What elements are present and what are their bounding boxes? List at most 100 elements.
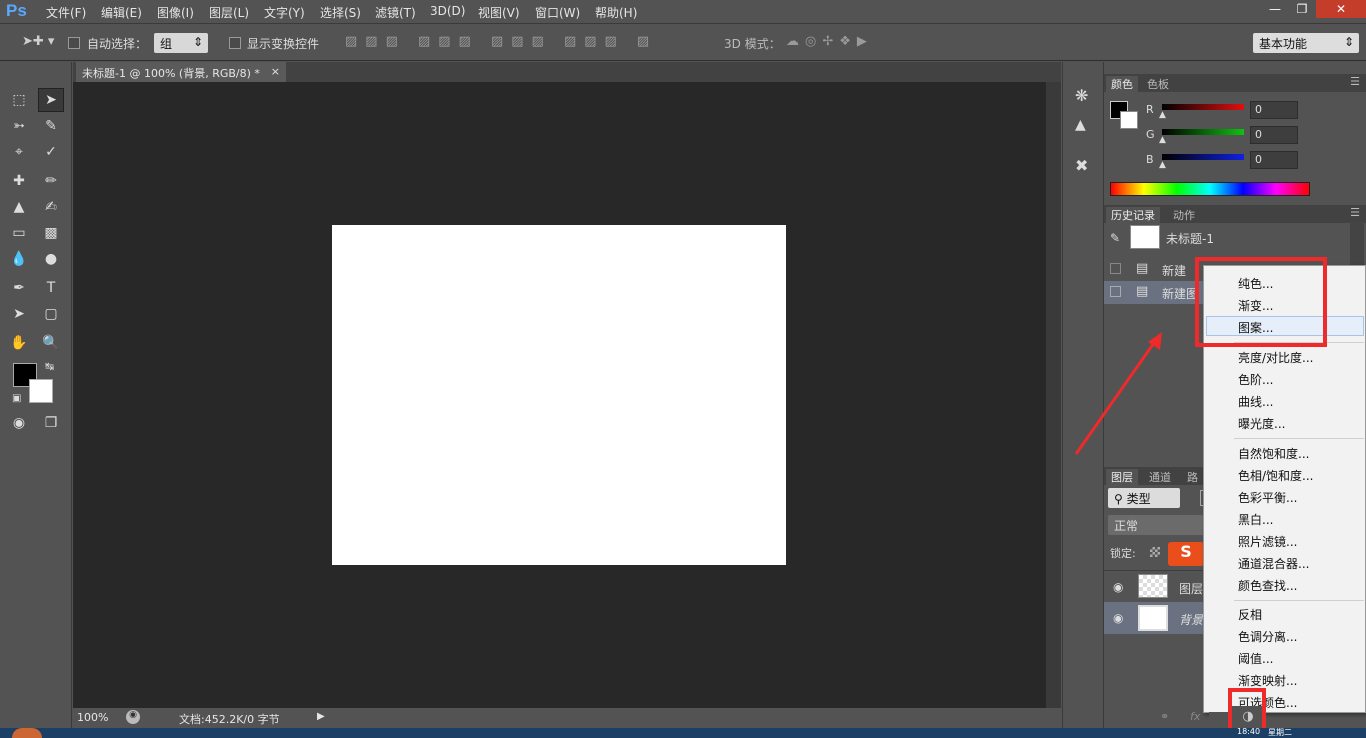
crop-icon[interactable]: ⌖	[6, 140, 32, 164]
3d-mode-icons[interactable]: ☁◎✢❖▶	[786, 34, 873, 49]
menu-item-photo-filter[interactable]: 照片滤镜...	[1238, 533, 1297, 550]
tab-paths[interactable]: 路	[1182, 469, 1203, 485]
workspace-select[interactable]: 基本功能 ⇕	[1253, 33, 1359, 53]
menu-item-posterize[interactable]: 色调分离...	[1238, 628, 1297, 645]
menu-item-gradient-map[interactable]: 渐变映射...	[1238, 672, 1297, 689]
menu-edit[interactable]: 编辑(E)	[101, 4, 142, 21]
path-select-icon[interactable]: ➤	[6, 302, 32, 326]
close-tab-icon[interactable]: ×	[271, 65, 280, 78]
menu-item-threshold[interactable]: 阈值...	[1238, 650, 1273, 667]
type-icon[interactable]: T	[38, 276, 64, 300]
brush-icon[interactable]: ✏	[38, 169, 64, 193]
document-canvas[interactable]	[332, 225, 786, 565]
panel-menu-icon[interactable]: ☰	[1350, 206, 1360, 219]
move-tool-icon[interactable]: ➤✚ ▾	[22, 34, 54, 49]
tab-color[interactable]: 颜色	[1106, 76, 1138, 92]
menu-item-levels[interactable]: 色阶...	[1238, 371, 1273, 388]
color-spectrum[interactable]	[1110, 182, 1310, 196]
menu-window[interactable]: 窗口(W)	[535, 4, 580, 21]
zoom-icon[interactable]: 🔍	[38, 331, 64, 355]
menu-item-brightness-contrast[interactable]: 亮度/对比度...	[1238, 349, 1314, 366]
menu-3d[interactable]: 3D(D)	[430, 4, 465, 18]
status-arrow-icon[interactable]: ▶	[317, 711, 325, 722]
menu-type[interactable]: 文字(Y)	[264, 4, 305, 21]
menu-item-color-balance[interactable]: 色彩平衡...	[1238, 489, 1297, 506]
history-checkbox[interactable]	[1110, 286, 1121, 297]
r-slider-thumb[interactable]: ▲	[1159, 110, 1166, 120]
link-layers-icon[interactable]: ⚭	[1160, 710, 1169, 723]
background-color-swatch[interactable]	[29, 379, 53, 403]
fx-icon[interactable]: fx	[1190, 710, 1200, 723]
dodge-icon[interactable]: ●	[38, 247, 64, 271]
default-colors-icon[interactable]: ▣	[12, 393, 21, 404]
menu-item-exposure[interactable]: 曝光度...	[1238, 415, 1285, 432]
r-slider[interactable]	[1162, 104, 1244, 110]
healing-brush-icon[interactable]: ✚	[6, 169, 32, 193]
menu-help[interactable]: 帮助(H)	[595, 4, 637, 21]
blend-mode-select[interactable]: 正常	[1108, 515, 1208, 535]
marquee-icon[interactable]: ⬚	[6, 88, 32, 112]
show-transform-checkbox[interactable]	[229, 37, 241, 49]
g-value-field[interactable]: 0	[1250, 126, 1298, 144]
zoom-level[interactable]: 100%	[77, 711, 108, 724]
menu-select[interactable]: 选择(S)	[320, 4, 361, 21]
stamp-icon[interactable]: ▲	[6, 195, 32, 219]
r-value-field[interactable]: 0	[1250, 101, 1298, 119]
tab-actions[interactable]: 动作	[1168, 207, 1200, 223]
tab-swatches[interactable]: 色板	[1142, 76, 1174, 92]
lock-transparent-icon[interactable]	[1150, 547, 1160, 557]
restore-icon[interactable]: ❐	[1289, 0, 1315, 18]
group-select[interactable]: 组 ⇕	[154, 33, 208, 53]
menu-item-black-white[interactable]: 黑白...	[1238, 511, 1273, 528]
menu-file[interactable]: 文件(F)	[46, 4, 86, 21]
quick-select-icon[interactable]: ✎	[38, 114, 64, 138]
tab-channels[interactable]: 通道	[1144, 469, 1176, 485]
eyedropper-icon[interactable]: ✓	[38, 140, 64, 164]
b-slider[interactable]	[1162, 154, 1244, 160]
document-tab[interactable]: 未标题-1 @ 100% (背景, RGB/8) * ×	[76, 62, 286, 82]
layer-name[interactable]: 图层	[1179, 580, 1203, 597]
tools-preset-icon[interactable]: ✖	[1075, 156, 1088, 175]
menu-layer[interactable]: 图层(L)	[209, 4, 249, 21]
menu-image[interactable]: 图像(I)	[157, 4, 194, 21]
minimize-icon[interactable]: —	[1262, 0, 1288, 18]
gradient-icon[interactable]: ▩	[38, 221, 64, 245]
menu-item-color-lookup[interactable]: 颜色查找...	[1238, 577, 1297, 594]
auto-select-checkbox[interactable]	[68, 37, 80, 49]
layer-filter-select[interactable]: ⚲ 类型	[1108, 488, 1180, 508]
hand-icon[interactable]: ✋	[6, 331, 32, 355]
menu-item-channel-mixer[interactable]: 通道混合器...	[1238, 555, 1309, 572]
navigator-icon[interactable]: ❋	[1075, 86, 1088, 105]
move-icon[interactable]: ➤	[38, 88, 64, 112]
pen-icon[interactable]: ✒	[6, 276, 32, 300]
b-slider-thumb[interactable]: ▲	[1159, 160, 1166, 170]
layer-name[interactable]: 背景	[1179, 611, 1203, 628]
start-button-icon[interactable]	[12, 728, 42, 738]
history-brush-icon[interactable]: ✍	[38, 195, 64, 219]
share-icon[interactable]: ◉	[126, 710, 140, 724]
bg-color-swatch[interactable]	[1120, 111, 1138, 129]
menu-item-hue-saturation[interactable]: 色相/饱和度...	[1238, 467, 1314, 484]
rectangle-icon[interactable]: ▢	[38, 302, 64, 326]
screen-mode-icon[interactable]: ❐	[38, 411, 64, 435]
sogou-ime-icon[interactable]: S	[1168, 542, 1204, 566]
histogram-icon[interactable]: ▲	[1075, 117, 1086, 133]
align-icons[interactable]: ▨▨▨ ▨▨▨ ▨▨▨ ▨▨▨ ▨	[345, 34, 657, 49]
g-slider-thumb[interactable]: ▲	[1159, 135, 1166, 145]
menu-item-invert[interactable]: 反相	[1238, 606, 1262, 623]
eye-icon[interactable]: ◉	[1113, 611, 1123, 625]
menu-view[interactable]: 视图(V)	[478, 4, 520, 21]
tab-history[interactable]: 历史记录	[1106, 207, 1160, 223]
b-value-field[interactable]: 0	[1250, 151, 1298, 169]
menu-filter[interactable]: 滤镜(T)	[375, 4, 416, 21]
swap-colors-icon[interactable]: ↹	[45, 360, 54, 373]
eye-icon[interactable]: ◉	[1113, 580, 1123, 594]
tab-layers[interactable]: 图层	[1106, 469, 1138, 485]
menu-item-curves[interactable]: 曲线...	[1238, 393, 1273, 410]
blur-icon[interactable]: 💧	[6, 247, 32, 271]
vertical-scrollbar[interactable]	[1046, 82, 1061, 708]
eraser-icon[interactable]: ▭	[6, 221, 32, 245]
history-checkbox[interactable]	[1110, 263, 1121, 274]
lasso-icon[interactable]: ➳	[6, 114, 32, 138]
quick-mask-icon[interactable]: ◉	[6, 411, 32, 435]
